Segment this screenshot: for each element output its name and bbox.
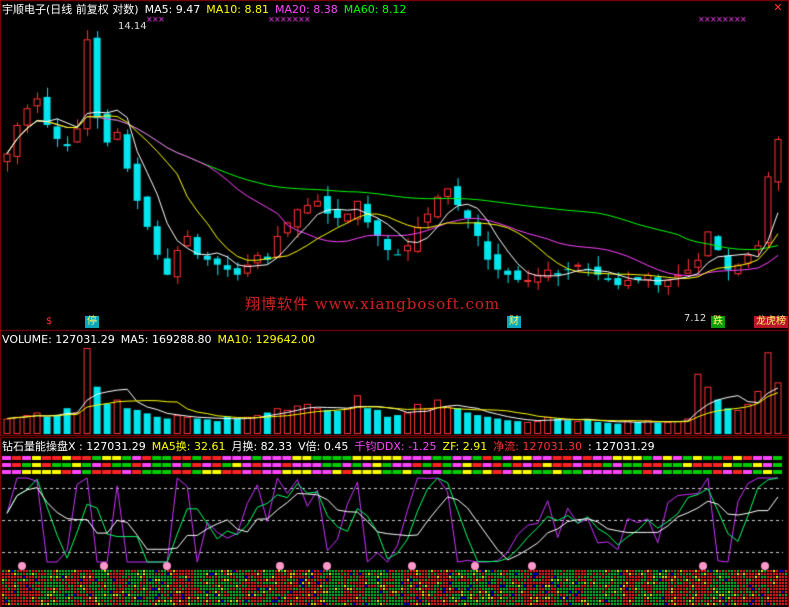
volume-ma10-readout: MA10: 129642.00 [217,333,316,346]
tag-suspension[interactable]: 停 [85,316,99,328]
red-dollar-marker: $ [46,316,53,327]
tag-dragon-tiger-list[interactable]: 龙虎榜 [754,316,788,328]
indicator-name: 钻石量能操盘X : 127031.29 [2,440,146,453]
ma20-readout: MA20: 8.38 [275,3,338,16]
volume-readout: VOLUME: 127031.29 [2,333,115,346]
stock-title: 宇顺电子(日线 前复权 对数) [2,3,139,16]
volume-panel-header: VOLUME: 127031.29 MA5: 169288.80 MA10: 129… [2,333,321,346]
volume-ma5-readout: MA5: 169288.80 [120,333,212,346]
price-panel-header: 宇顺电子(日线 前复权 对数) MA5: 9.47 MA10: 8.81 MA20: … [2,3,412,16]
indicator-panel-header: 钻石量能操盘X : 127031.29 MA5换: 32.61 月换: 82.33 V… [2,440,661,453]
close-icon[interactable]: ✕ [773,2,783,13]
month-turnover-readout: 月换: 82.33 [231,440,293,453]
ddx-readout: 千钧DDX: -1.25 [354,440,437,453]
zf-readout: ZF: 2.91 [442,440,488,453]
indicator-tail-readout: : 127031.29 [587,440,655,453]
high-price-label: 14.14 [118,21,147,32]
ma5-readout: MA5: 9.47 [144,3,201,16]
watermark-text: 翔博软件 www.xiangbosoft.com [245,295,501,313]
net-flow-readout: 净流: 127031.30 [493,440,582,453]
low-price-label: 7.12 [684,313,707,324]
tag-finance[interactable]: 财 [507,316,521,328]
ma5-turnover-readout: MA5换: 32.61 [151,440,226,453]
tag-drop[interactable]: 跌 [711,316,725,328]
ma10-readout: MA10: 8.81 [206,3,270,16]
v-ratio-readout: V倍: 0.45 [298,440,349,453]
ma60-readout: MA60: 8.12 [343,3,407,16]
